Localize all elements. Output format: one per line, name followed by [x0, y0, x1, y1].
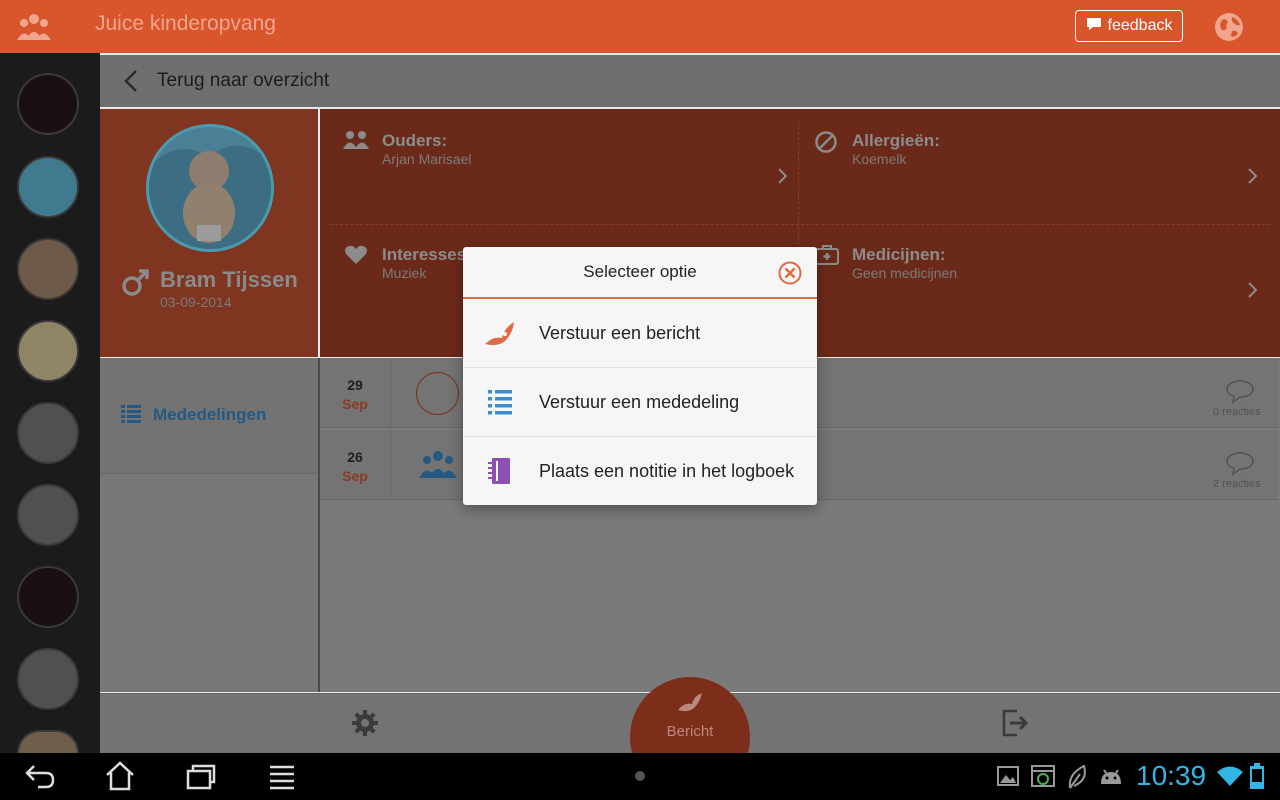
child-avatar[interactable] [17, 648, 79, 710]
image-icon [996, 765, 1020, 792]
child-avatar[interactable] [17, 566, 79, 628]
group-icon[interactable] [16, 10, 52, 42]
recent-apps-icon[interactable] [185, 763, 217, 796]
page-indicator-dot [635, 771, 645, 781]
option-label[interactable]: Verstuur een bericht [539, 323, 700, 344]
comment-icon[interactable] [1225, 450, 1255, 481]
group-icon [418, 448, 458, 485]
divider [390, 430, 391, 500]
home-icon[interactable] [104, 761, 136, 796]
gear-icon[interactable] [350, 708, 380, 743]
medicine-kit-icon [814, 244, 840, 271]
chevron-right-icon[interactable] [1246, 281, 1258, 304]
allergies-value: Koemelk [852, 151, 907, 167]
message-fab-label: Bericht [666, 723, 714, 740]
option-label[interactable]: Plaats een notitie in het logboek [539, 461, 794, 482]
bird-icon [484, 320, 516, 353]
sidebar-item-label[interactable]: Mededelingen [153, 405, 266, 425]
chevron-left-icon[interactable] [122, 69, 140, 98]
child-avatar[interactable] [17, 320, 79, 382]
heart-icon [344, 244, 368, 271]
child-avatar[interactable] [17, 156, 79, 218]
leaf-icon [1066, 764, 1088, 795]
parents-title: Ouders: [382, 131, 448, 150]
parents-value: Arjan Marisael [382, 151, 472, 167]
dialog-title: Selecteer optie [583, 262, 697, 281]
feedback-button[interactable]: feedback [1075, 10, 1183, 42]
menu-icon[interactable] [268, 764, 296, 795]
notebook-icon [487, 457, 513, 490]
app-title: Juice kinderopvang [95, 12, 276, 35]
medicines-title: Medicijnen: [852, 245, 946, 264]
chat-bubble-icon [1086, 17, 1102, 36]
close-icon[interactable] [777, 260, 803, 291]
chevron-right-icon[interactable] [1246, 167, 1258, 190]
feedback-label: feedback [1107, 17, 1173, 34]
child-avatar[interactable] [17, 238, 79, 300]
screenshot-icon [1030, 763, 1056, 794]
feed-month: Sep [342, 396, 368, 412]
male-icon [120, 268, 152, 303]
post-avatar [416, 372, 459, 415]
chevron-right-icon[interactable] [776, 167, 788, 190]
globe-icon[interactable] [1213, 11, 1245, 43]
list-icon [121, 404, 141, 429]
parents-icon [342, 130, 370, 155]
wifi-icon [1216, 764, 1244, 793]
android-icon [1097, 766, 1125, 793]
feed-month: Sep [342, 468, 368, 484]
clock: 10:39 [1136, 760, 1207, 791]
list-icon [488, 389, 512, 420]
child-avatar[interactable] [17, 73, 79, 135]
allergies-title: Allergieën: [852, 131, 940, 150]
reaction-count: 2 reacties [1213, 478, 1261, 490]
battery-icon [1248, 762, 1266, 795]
child-name: Bram Tijssen [160, 267, 298, 292]
option-label[interactable]: Verstuur een mededeling [539, 392, 739, 413]
interests-value: Muziek [382, 265, 427, 281]
back-icon[interactable] [24, 762, 56, 795]
child-avatar[interactable] [17, 402, 79, 464]
comment-icon[interactable] [1225, 378, 1255, 409]
child-avatar[interactable] [17, 484, 79, 546]
interests-title: Interesses [382, 245, 467, 264]
child-dob: 03-09-2014 [160, 294, 232, 310]
profile-photo [146, 124, 274, 252]
medicines-value: Geen medicijnen [852, 265, 958, 281]
feed-day: 26 [347, 449, 363, 465]
bird-icon [676, 692, 704, 719]
reaction-count: 0 reacties [1213, 406, 1261, 418]
feed-day: 29 [347, 377, 363, 393]
forbidden-icon [814, 130, 838, 159]
divider [390, 358, 391, 428]
divider [330, 224, 1270, 225]
logout-icon[interactable] [1000, 708, 1030, 743]
back-label[interactable]: Terug naar overzicht [157, 70, 329, 92]
